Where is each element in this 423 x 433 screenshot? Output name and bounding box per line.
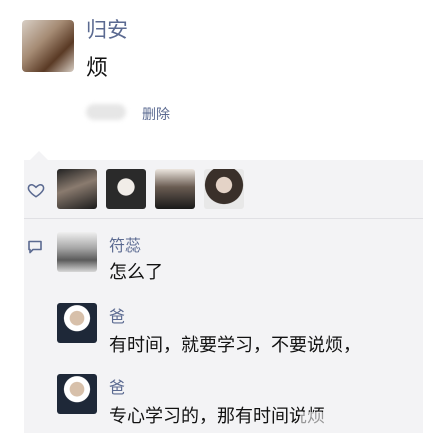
- like-avatar[interactable]: [106, 169, 146, 209]
- comment-author[interactable]: 符蕊: [109, 232, 141, 256]
- like-avatar[interactable]: [155, 169, 195, 209]
- comment-avatar[interactable]: [57, 374, 97, 414]
- delete-button[interactable]: 删除: [142, 104, 170, 124]
- like-avatar[interactable]: [57, 169, 97, 209]
- comment-icon: [28, 240, 42, 254]
- bottom-fade: [300, 412, 423, 433]
- comment-author[interactable]: 爸: [109, 303, 125, 327]
- author-name[interactable]: 归安: [86, 14, 128, 44]
- likes-divider: [24, 218, 423, 219]
- comment-avatar[interactable]: [57, 232, 97, 272]
- comment-text: 专心学习的，那有时间说烦: [109, 406, 325, 427]
- comment-text: 有时间，就要学习，不要说烦，: [109, 335, 361, 356]
- author-avatar[interactable]: [22, 20, 74, 72]
- comment-text: 怎么了: [109, 262, 163, 283]
- like-avatar[interactable]: [204, 169, 244, 209]
- post-text: 烦: [86, 56, 109, 81]
- heart-icon: [27, 183, 45, 198]
- comment-avatar[interactable]: [57, 303, 97, 343]
- comment-author[interactable]: 爸: [109, 374, 125, 398]
- panel-arrow: [30, 151, 48, 160]
- timestamp-blurred: [86, 104, 126, 120]
